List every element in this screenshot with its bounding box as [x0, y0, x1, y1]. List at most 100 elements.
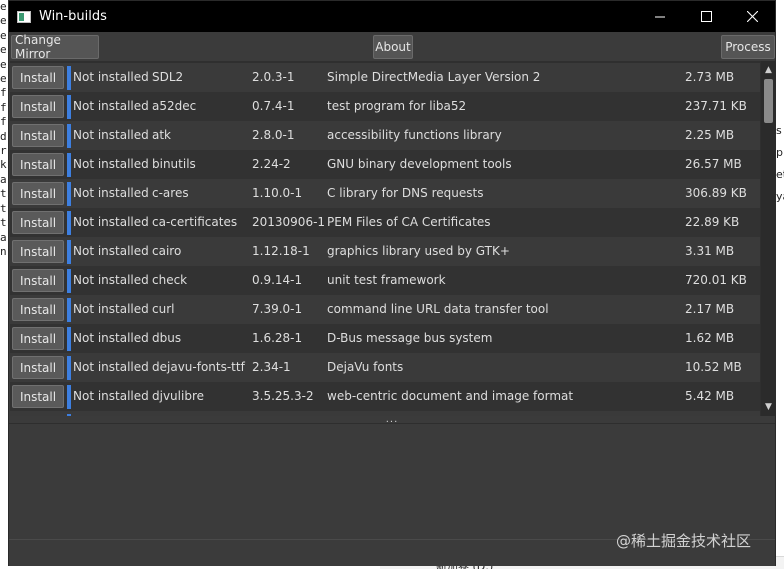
package-row[interactable]: Install Not installed c-ares 1.10.0-1 C libr… [10, 179, 760, 208]
background-letter: k [0, 158, 7, 172]
background-letter: a [0, 172, 7, 186]
package-status: Not installed [73, 389, 149, 403]
package-version: 0.7.4-1 [252, 99, 295, 113]
status-indicator [67, 356, 71, 380]
package-name: curl [152, 302, 175, 316]
package-list: Install Not installed SDL2 2.0.3-1 Simple Di… [10, 61, 776, 416]
about-button[interactable]: About [373, 35, 413, 59]
package-description: unit test framework [327, 273, 446, 287]
package-row[interactable]: Install Not installed binutils 2.24-2 GNU bi… [10, 150, 760, 179]
package-size: 720.01 KB [685, 273, 747, 287]
status-indicator [67, 182, 71, 206]
package-description: DejaVu fonts [327, 360, 404, 374]
package-name: c-ares [152, 186, 189, 200]
package-row[interactable]: Install Not installed SDL2 2.0.3-1 Simple Di… [10, 63, 760, 92]
package-version: 1.6.28-1 [252, 331, 303, 345]
package-description: graphics library used by GTK+ [327, 244, 510, 258]
package-status: Not installed [73, 331, 149, 345]
change-mirror-button[interactable]: Change Mirror [11, 33, 99, 61]
package-size: 306.89 KB [685, 186, 747, 200]
splitter-grip-icon: ... [385, 413, 399, 425]
package-version: 2.24-2 [252, 157, 291, 171]
background-letter: s [776, 124, 782, 137]
panel-splitter[interactable]: ... [9, 413, 775, 425]
package-status: Not installed [73, 70, 149, 84]
process-button[interactable]: Process [721, 35, 775, 59]
background-letter: t [0, 187, 7, 201]
background-letter: n [0, 244, 7, 258]
package-name: a52dec [152, 99, 197, 113]
package-description: PEM Files of CA Certificates [327, 215, 491, 229]
package-status: Not installed [73, 360, 149, 374]
package-status: Not installed [73, 273, 149, 287]
background-letter: f [0, 86, 7, 100]
install-button[interactable]: Install [12, 240, 64, 263]
install-button[interactable]: Install [12, 182, 64, 205]
package-row[interactable]: Install Not installed a52dec 0.7.4-1 test pr… [10, 92, 760, 121]
package-size: 1.62 MB [685, 331, 735, 345]
status-indicator [67, 124, 71, 148]
install-button[interactable]: Install [12, 66, 64, 89]
package-version: 1.12.18-1 [252, 244, 310, 258]
scroll-down-arrow-icon[interactable]: ▼ [761, 400, 776, 414]
title-bar[interactable]: Win-builds [9, 1, 775, 32]
status-indicator [67, 385, 71, 409]
background-letter: e [0, 43, 7, 57]
package-description: test program for liba52 [327, 99, 467, 113]
package-row[interactable]: Install Not installed check 0.9.14-1 unit te… [10, 266, 760, 295]
package-list-scrollbar[interactable]: ▲ ▼ [761, 61, 776, 416]
window-title: Win-builds [39, 9, 107, 24]
package-row[interactable]: Install Not installed atk 2.8.0-1 accessibil… [10, 121, 760, 150]
package-name: dbus [152, 331, 182, 345]
status-indicator [67, 327, 71, 351]
background-letter: e [0, 28, 7, 42]
package-row[interactable]: Install Not installed dbus 1.6.28-1 D-Bus me… [10, 324, 760, 353]
package-name: atk [152, 128, 172, 142]
package-description: web-centric document and image format [327, 389, 574, 403]
package-row[interactable]: Install Not installed dejavu-fonts-ttf 2.34… [10, 353, 760, 382]
install-button[interactable]: Install [12, 153, 64, 176]
install-button[interactable]: Install [12, 95, 64, 118]
scrollbar-thumb[interactable] [764, 79, 773, 123]
install-button[interactable]: Install [12, 356, 64, 379]
package-version: 20130906-1 [252, 215, 326, 229]
install-button[interactable]: Install [12, 124, 64, 147]
install-button[interactable]: Install [12, 269, 64, 292]
install-button[interactable]: Install [12, 298, 64, 321]
package-name: SDL2 [152, 70, 184, 84]
install-button[interactable]: Install [12, 211, 64, 234]
package-description: D-Bus message bus system [327, 331, 493, 345]
package-description: command line URL data transfer tool [327, 302, 549, 316]
status-indicator [67, 298, 71, 322]
package-row[interactable]: Install Not installed curl 7.39.0-1 command … [10, 295, 760, 324]
package-row[interactable]: Install Not installed ca-certificates 20130… [10, 208, 760, 237]
background-letter: e [0, 14, 7, 28]
maximize-button[interactable] [683, 1, 729, 32]
background-letter: d [0, 129, 7, 143]
package-description: C library for DNS requests [327, 186, 484, 200]
status-indicator [67, 269, 71, 293]
scroll-up-arrow-icon[interactable]: ▲ [761, 63, 776, 77]
background-right-text: s pi et ya [776, 0, 784, 569]
background-left-text: eeeeeefffdrkatttan [0, 0, 8, 569]
install-button[interactable]: Install [12, 385, 64, 408]
package-status: Not installed [73, 99, 149, 113]
status-indicator [67, 240, 71, 264]
package-size: 2.73 MB [685, 70, 735, 84]
package-row[interactable]: Install Not installed cairo 1.12.18-1 graphi… [10, 237, 760, 266]
background-letter: t [0, 216, 7, 230]
background-letter: r [0, 144, 7, 158]
minimize-button[interactable] [637, 1, 683, 32]
install-button[interactable]: Install [12, 327, 64, 350]
package-row[interactable]: Install Not installed djvulibre 3.5.25.3-2 w… [10, 382, 760, 411]
package-name: binutils [152, 157, 196, 171]
background-letter: e [0, 57, 7, 71]
close-button[interactable] [729, 1, 775, 32]
package-status: Not installed [73, 302, 149, 316]
package-size: 3.31 MB [685, 244, 735, 258]
package-name: check [152, 273, 188, 287]
status-indicator [67, 95, 71, 119]
app-icon [17, 10, 31, 23]
package-size: 2.25 MB [685, 128, 735, 142]
package-version: 0.9.14-1 [252, 273, 303, 287]
